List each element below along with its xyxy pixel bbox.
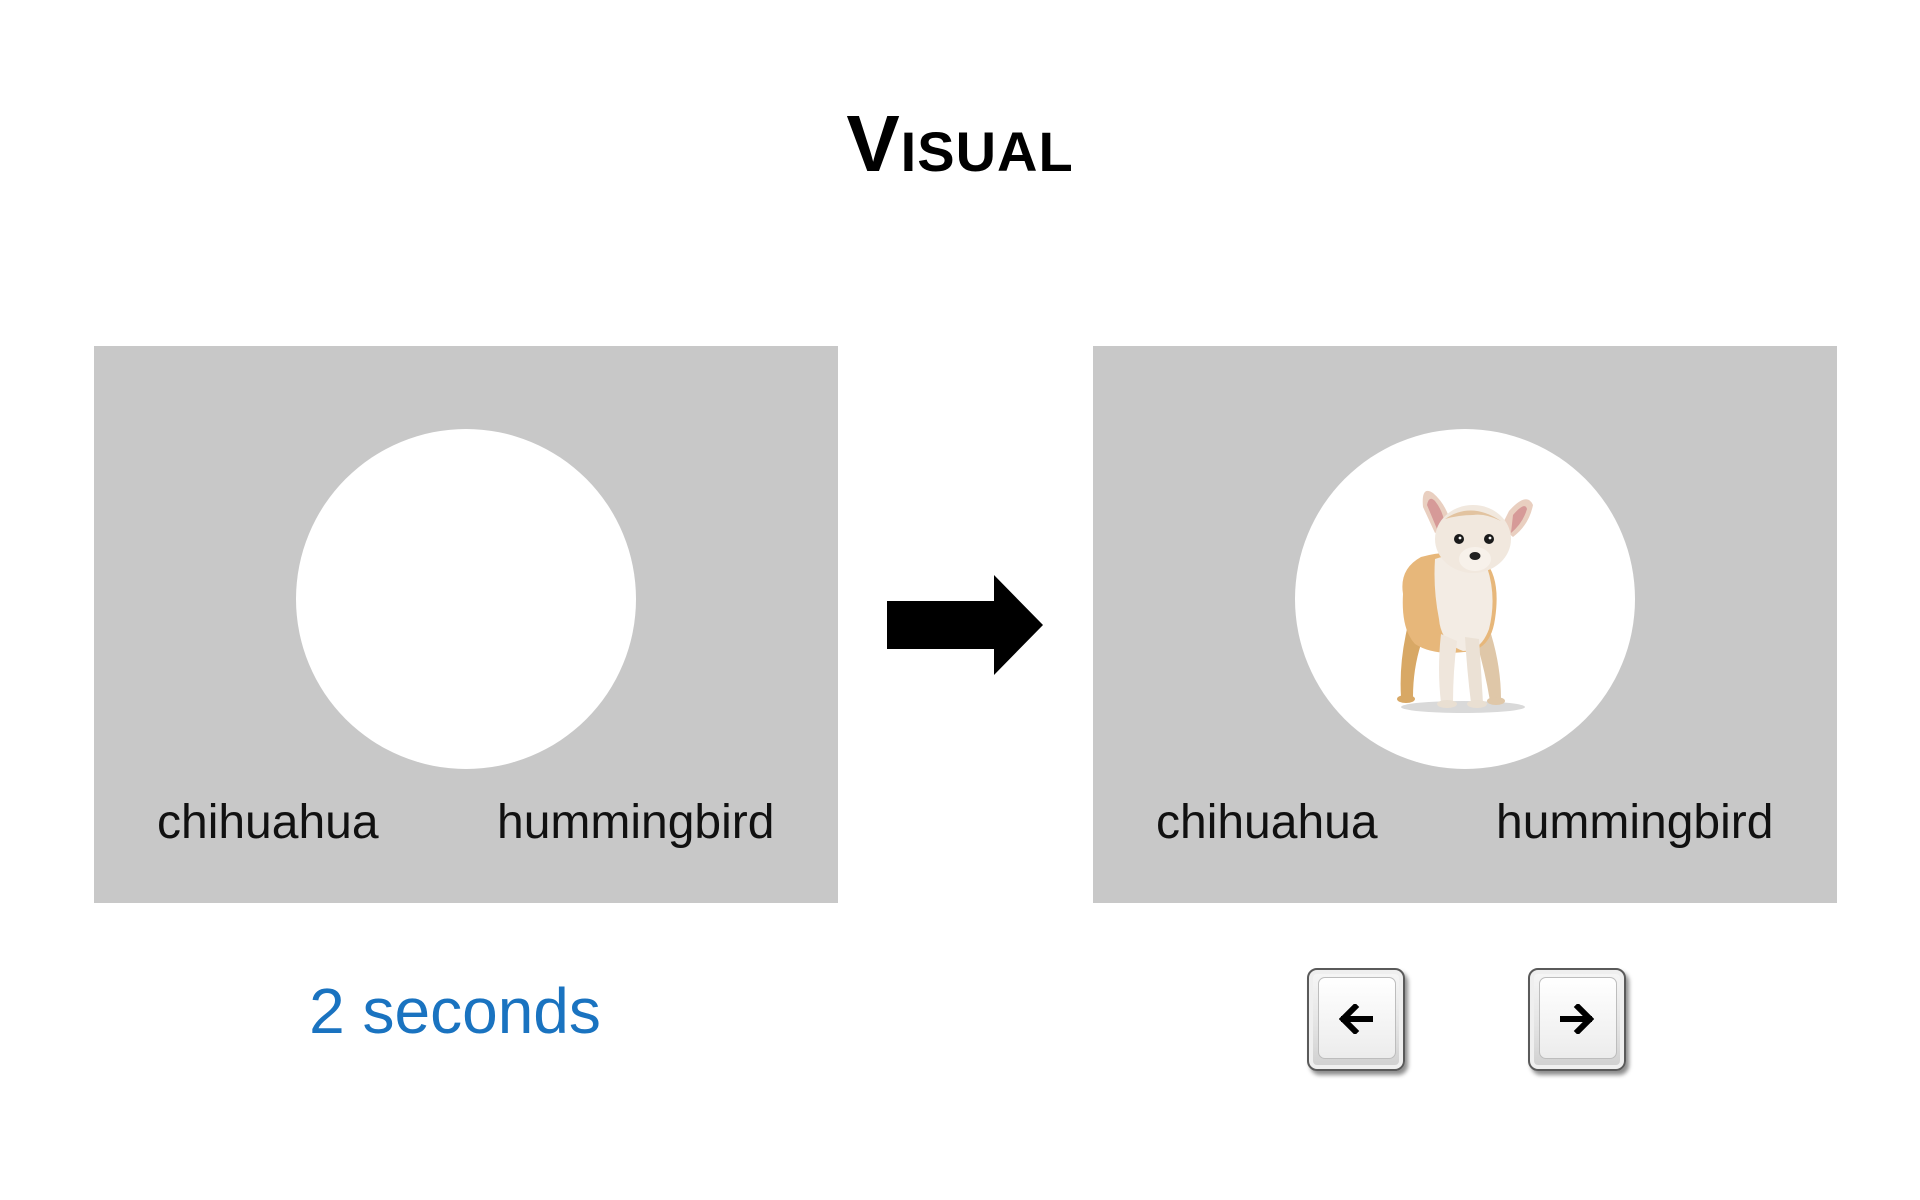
right-arrow-icon — [887, 575, 1043, 675]
choice-label-right: hummingbird — [1496, 796, 1774, 849]
right-arrow-key[interactable] — [1528, 968, 1626, 1071]
choice-label-right: hummingbird — [497, 796, 775, 849]
duration-label: 2 seconds — [309, 975, 601, 1047]
choice-label-left: chihuahua — [1156, 796, 1378, 849]
chihuahua-image — [1397, 490, 1533, 713]
left-arrow-key[interactable] — [1307, 968, 1405, 1071]
empty-stimulus-circle — [296, 429, 636, 769]
image-stimulus-circle — [1295, 429, 1635, 769]
stimulus-panel-blank: chihuahua hummingbird — [94, 346, 838, 903]
left-arrow-key-icon — [1339, 1004, 1373, 1034]
right-arrow-key-icon — [1560, 1004, 1594, 1034]
choice-label-left: chihuahua — [157, 796, 379, 849]
stimulus-panel-image: chihuahua hummingbird — [1093, 346, 1837, 903]
page-title: Visual — [846, 99, 1074, 188]
